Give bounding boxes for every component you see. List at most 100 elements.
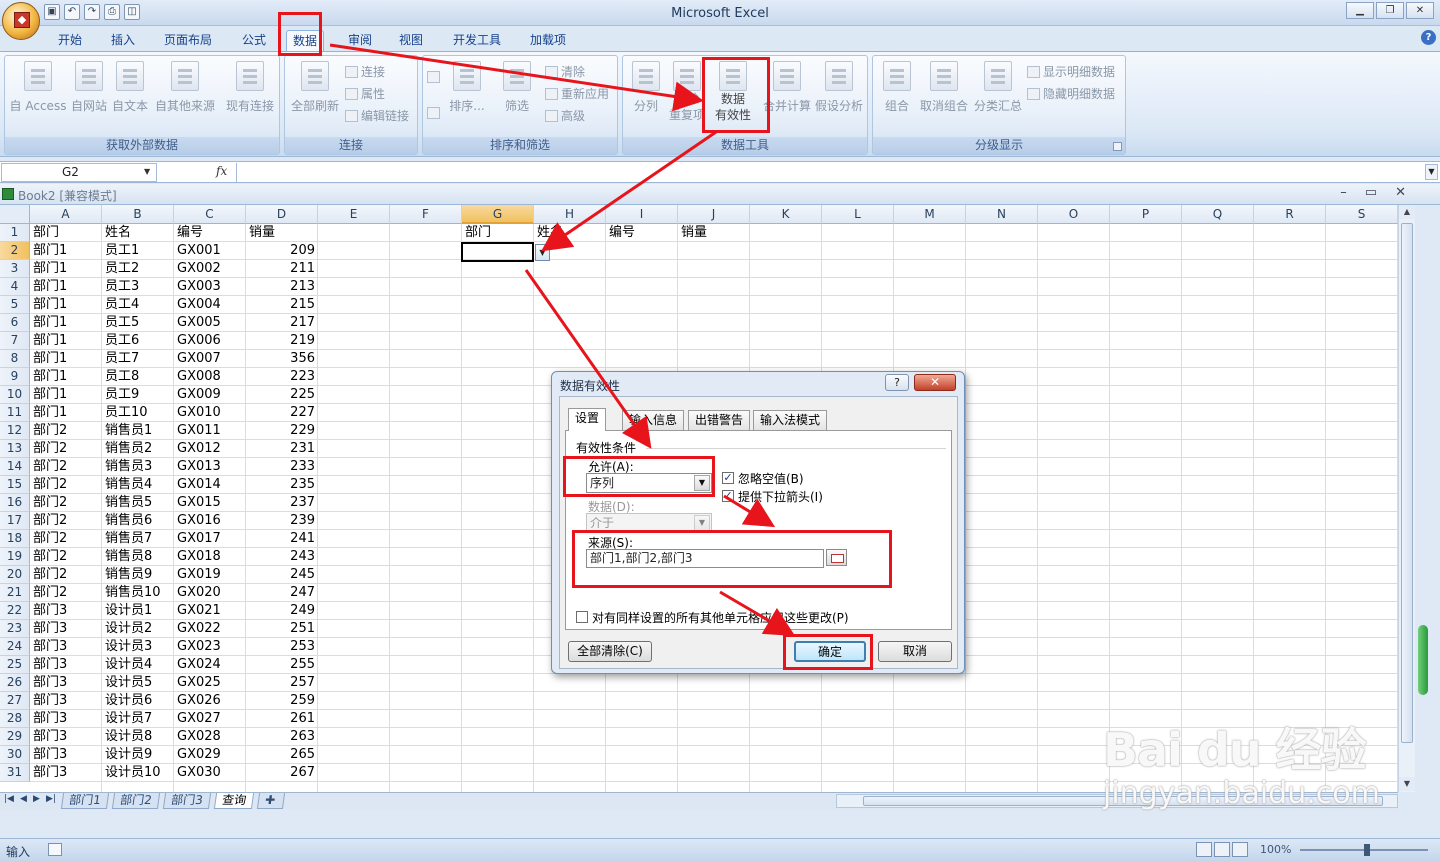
cell[interactable]: 销售员4 — [102, 476, 174, 494]
cell[interactable]: 245 — [246, 566, 318, 584]
row-header[interactable]: 10 — [0, 386, 30, 404]
row-header[interactable]: 15 — [0, 476, 30, 494]
tab-settings[interactable]: 设置 — [568, 408, 607, 431]
cell[interactable]: GX029 — [174, 746, 246, 764]
minimize-icon[interactable]: ▁ — [1346, 2, 1374, 19]
row-header[interactable]: 27 — [0, 692, 30, 710]
cell[interactable]: 部门1 — [30, 332, 102, 350]
help-icon[interactable]: ? — [1421, 30, 1436, 45]
cell[interactable]: GX026 — [174, 692, 246, 710]
column-header[interactable]: M — [894, 205, 966, 224]
properties-button[interactable]: 属性 — [345, 85, 385, 102]
column-header[interactable]: C — [174, 205, 246, 224]
cell[interactable]: 219 — [246, 332, 318, 350]
from-text-button[interactable]: 自文本 — [110, 61, 150, 114]
column-header[interactable]: O — [1038, 205, 1110, 224]
cell[interactable]: GX008 — [174, 368, 246, 386]
chevron-down-icon[interactable]: ▼ — [694, 475, 710, 491]
ignore-blank-checkbox[interactable]: ✓ — [722, 472, 734, 484]
cell[interactable]: 部门3 — [30, 620, 102, 638]
cell[interactable]: 设计员3 — [102, 638, 174, 656]
row-header[interactable]: 2 — [0, 242, 30, 260]
formula-input[interactable] — [236, 163, 1416, 182]
cell[interactable]: 部门2 — [30, 584, 102, 602]
cell[interactable]: 247 — [246, 584, 318, 602]
sheet-tab[interactable]: 部门2 — [111, 793, 160, 809]
row-header[interactable]: 7 — [0, 332, 30, 350]
scroll-up-icon[interactable]: ▲ — [1399, 205, 1415, 219]
cell[interactable]: 261 — [246, 710, 318, 728]
cell[interactable]: GX010 — [174, 404, 246, 422]
column-header[interactable]: J — [678, 205, 750, 224]
row-header[interactable]: 20 — [0, 566, 30, 584]
cell[interactable]: 213 — [246, 278, 318, 296]
cell[interactable]: 部门3 — [30, 710, 102, 728]
cell[interactable]: GX009 — [174, 386, 246, 404]
cell[interactable]: 部门2 — [30, 494, 102, 512]
cell[interactable]: 部门1 — [30, 314, 102, 332]
reapply-button[interactable]: 重新应用 — [545, 85, 609, 102]
cell[interactable]: 部门1 — [30, 404, 102, 422]
clear-button[interactable]: 清除 — [545, 63, 585, 80]
cell[interactable]: 部门 — [462, 224, 534, 242]
cell[interactable]: 设计员5 — [102, 674, 174, 692]
tab-page-layout[interactable]: 页面布局 — [158, 30, 218, 52]
cell[interactable]: 部门2 — [30, 440, 102, 458]
select-all-corner[interactable] — [0, 205, 30, 224]
page-layout-view-icon[interactable] — [1214, 842, 1230, 857]
filter-button[interactable]: 筛选 — [499, 61, 535, 114]
source-input[interactable]: 部门1,部门2,部门3 — [586, 549, 824, 568]
ok-button[interactable]: 确定 — [794, 641, 866, 662]
cell[interactable]: 部门3 — [30, 602, 102, 620]
cell[interactable]: 员工8 — [102, 368, 174, 386]
cell[interactable]: 部门3 — [30, 728, 102, 746]
cell[interactable]: 部门2 — [30, 458, 102, 476]
cell[interactable]: 259 — [246, 692, 318, 710]
cell[interactable]: 员工9 — [102, 386, 174, 404]
cell[interactable]: 253 — [246, 638, 318, 656]
chevron-down-icon[interactable]: ▼ — [144, 167, 150, 176]
advanced-button[interactable]: 高级 — [545, 107, 585, 124]
column-header[interactable]: F — [390, 205, 462, 224]
cell[interactable]: 销售员3 — [102, 458, 174, 476]
sort-asc-button[interactable] — [427, 70, 443, 84]
cell[interactable]: 部门3 — [30, 674, 102, 692]
cell[interactable]: GX018 — [174, 548, 246, 566]
tab-input-message[interactable]: 输入信息 — [622, 410, 685, 430]
cell[interactable]: 部门1 — [30, 296, 102, 314]
cell[interactable]: 部门1 — [30, 242, 102, 260]
column-header[interactable]: R — [1254, 205, 1326, 224]
macro-record-icon[interactable] — [48, 843, 62, 856]
cell[interactable]: 员工4 — [102, 296, 174, 314]
save-icon[interactable]: ▣ — [44, 4, 60, 20]
row-header[interactable]: 21 — [0, 584, 30, 602]
close-icon[interactable]: ✕ — [1395, 185, 1406, 200]
tab-review[interactable]: 审阅 — [342, 30, 378, 52]
help-icon[interactable]: ? — [885, 374, 909, 391]
cell[interactable]: 233 — [246, 458, 318, 476]
from-web-button[interactable]: 自网站 — [68, 61, 110, 114]
row-header[interactable]: 3 — [0, 260, 30, 278]
tab-home[interactable]: 开始 — [52, 30, 88, 52]
cell[interactable]: 部门2 — [30, 422, 102, 440]
cell[interactable]: 217 — [246, 314, 318, 332]
dropdown-checkbox[interactable]: ✓ — [722, 490, 734, 502]
cell[interactable]: 235 — [246, 476, 318, 494]
screenshot-icon[interactable]: ◫ — [124, 4, 140, 20]
row-header[interactable]: 8 — [0, 350, 30, 368]
last-sheet-icon[interactable]: ▶| — [46, 794, 56, 804]
row-header[interactable]: 4 — [0, 278, 30, 296]
column-header[interactable]: P — [1110, 205, 1182, 224]
column-header[interactable]: E — [318, 205, 390, 224]
cell[interactable]: 部门1 — [30, 386, 102, 404]
data-validation-button[interactable]: 数据 有效性 — [709, 61, 757, 123]
cell[interactable]: 编号 — [174, 224, 246, 242]
cell[interactable]: GX001 — [174, 242, 246, 260]
first-sheet-icon[interactable]: |◀ — [4, 794, 14, 804]
row-header[interactable]: 17 — [0, 512, 30, 530]
cell[interactable]: 销售员8 — [102, 548, 174, 566]
sort-desc-button[interactable] — [427, 106, 443, 120]
range-picker-icon[interactable] — [826, 549, 847, 566]
cell[interactable]: 部门2 — [30, 548, 102, 566]
restore-icon[interactable]: ▭ — [1365, 185, 1377, 200]
